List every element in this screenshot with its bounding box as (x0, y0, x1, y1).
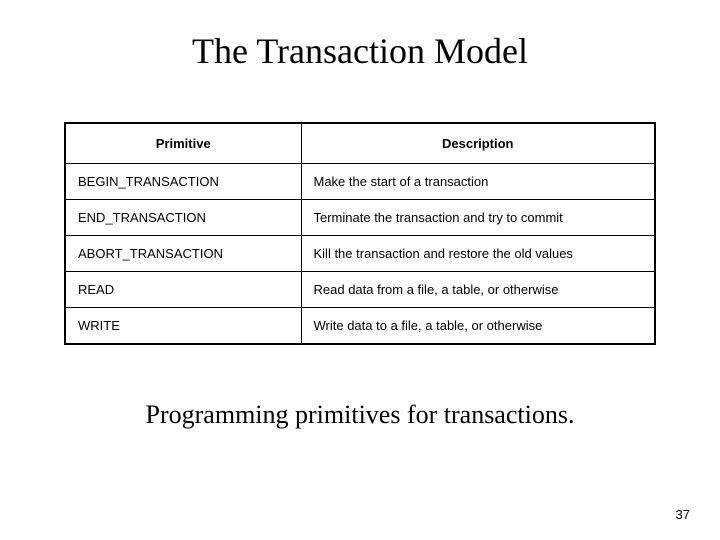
cell-primitive: END_TRANSACTION (65, 200, 301, 236)
table-header-row: Primitive Description (65, 123, 655, 164)
table-row: READ Read data from a file, a table, or … (65, 272, 655, 308)
table-row: ABORT_TRANSACTION Kill the transaction a… (65, 236, 655, 272)
cell-description: Read data from a file, a table, or other… (301, 272, 655, 308)
cell-primitive: BEGIN_TRANSACTION (65, 164, 301, 200)
table-row: BEGIN_TRANSACTION Make the start of a tr… (65, 164, 655, 200)
cell-primitive: READ (65, 272, 301, 308)
table-row: END_TRANSACTION Terminate the transactio… (65, 200, 655, 236)
cell-primitive: ABORT_TRANSACTION (65, 236, 301, 272)
table-row: WRITE Write data to a file, a table, or … (65, 308, 655, 345)
cell-description: Write data to a file, a table, or otherw… (301, 308, 655, 345)
table-container: Primitive Description BEGIN_TRANSACTION … (64, 122, 656, 345)
cell-primitive: WRITE (65, 308, 301, 345)
primitives-table: Primitive Description BEGIN_TRANSACTION … (64, 122, 656, 345)
cell-description: Kill the transaction and restore the old… (301, 236, 655, 272)
cell-description: Make the start of a transaction (301, 164, 655, 200)
header-primitive: Primitive (65, 123, 301, 164)
header-description: Description (301, 123, 655, 164)
page-number: 37 (676, 507, 690, 522)
page-title: The Transaction Model (40, 30, 680, 72)
cell-description: Terminate the transaction and try to com… (301, 200, 655, 236)
caption-text: Programming primitives for transactions. (40, 400, 680, 430)
slide: The Transaction Model Primitive Descript… (0, 0, 720, 540)
